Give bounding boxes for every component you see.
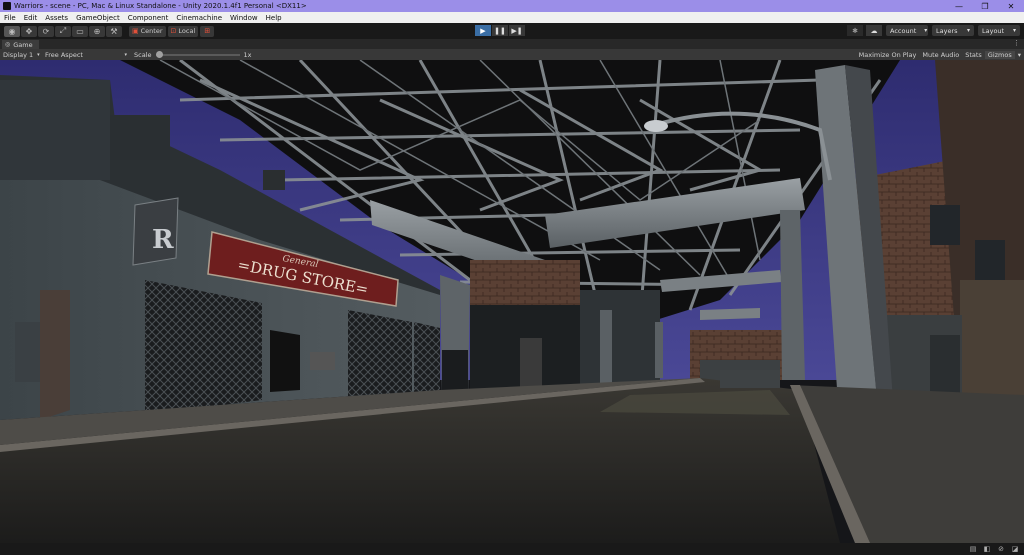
local-space-icon: ⊡ <box>170 27 177 35</box>
chevron-down-icon: ▾ <box>37 51 40 58</box>
menu-component[interactable]: Component <box>124 14 173 22</box>
chevron-down-icon: ▾ <box>924 27 928 34</box>
tab-strip: ◎ Game ⋮ <box>0 39 1024 49</box>
layers-dropdown[interactable]: Layers ▾ <box>932 25 974 36</box>
stats-toggle[interactable]: Stats <box>962 51 985 59</box>
move-tool-icon[interactable]: ✥ <box>21 25 37 37</box>
pivot-rotation-label: Local <box>178 27 196 35</box>
game-viewport[interactable]: General =DRUG STORE= R <box>0 60 1024 543</box>
game-view-toolbar: Display 1 ▾ Free Aspect ▾ Scale 1x Maxim… <box>0 49 1024 60</box>
tab-options-icon[interactable]: ⋮ <box>1013 39 1020 47</box>
chevron-down-icon: ▾ <box>966 27 970 34</box>
scale-tool-icon[interactable]: ⤢ <box>55 25 71 37</box>
account-label: Account <box>890 26 917 35</box>
cloud-services-icon[interactable]: ☁ <box>866 25 882 36</box>
step-button[interactable]: ▶❚ <box>509 25 525 36</box>
chevron-down-icon: ▾ <box>124 51 127 58</box>
auto-generate-lighting-icon[interactable]: ◧ <box>982 545 992 554</box>
transform-tool-icon[interactable]: ⊕ <box>89 25 105 37</box>
game-view-icon: ◎ <box>5 41 11 48</box>
status-bar: ▤ ◧ ⊘ ◪ <box>0 543 1024 555</box>
menu-gameobject[interactable]: GameObject <box>72 14 124 22</box>
mute-audio-toggle[interactable]: Mute Audio <box>919 51 962 59</box>
pause-button[interactable]: ❚❚ <box>492 25 508 36</box>
menu-window[interactable]: Window <box>226 14 262 22</box>
layers-label: Layers <box>936 26 958 35</box>
layout-dropdown[interactable]: Layout ▾ <box>978 25 1020 36</box>
close-button[interactable]: ✕ <box>998 0 1024 12</box>
pivot-center-icon: ▣ <box>132 27 139 35</box>
view-tool-icon[interactable]: ◉ <box>4 25 20 37</box>
scale-slider[interactable] <box>155 50 240 58</box>
display-label: Display 1 <box>3 50 34 59</box>
menu-help[interactable]: Help <box>262 14 286 22</box>
aspect-label: Free Aspect <box>45 50 83 59</box>
unity-logo-icon <box>3 2 11 10</box>
menu-assets[interactable]: Assets <box>41 14 72 22</box>
tab-game[interactable]: ◎ Game <box>2 40 39 49</box>
transform-tools: ◉ ✥ ⟳ ⤢ ▭ ⊕ ⚒ <box>4 25 123 37</box>
window-title: Warriors - scene - PC, Mac & Linux Stand… <box>14 2 307 10</box>
grid-snap-icon[interactable]: ⊞ <box>200 25 215 37</box>
menu-bar: File Edit Assets GameObject Component Ci… <box>0 12 1024 23</box>
menu-file[interactable]: File <box>0 14 20 22</box>
playback-controls: ▶ ❚❚ ▶❚ <box>475 25 526 36</box>
console-icon[interactable]: ▤ <box>968 545 978 554</box>
feedback-icon[interactable]: ◪ <box>1010 545 1020 554</box>
minimize-button[interactable]: — <box>946 0 972 12</box>
title-bar: Warriors - scene - PC, Mac & Linux Stand… <box>0 0 1024 12</box>
menu-cinemachine[interactable]: Cinemachine <box>172 14 226 22</box>
pivot-rotation-button[interactable]: ⊡ Local <box>167 25 199 37</box>
window-controls: — ❐ ✕ <box>946 0 1024 12</box>
pivot-mode-label: Center <box>140 27 163 35</box>
security-grate <box>145 280 262 415</box>
account-dropdown[interactable]: Account ▾ <box>886 25 928 36</box>
hanging-sign-letter: R <box>152 225 174 255</box>
play-button[interactable]: ▶ <box>475 25 491 36</box>
custom-tool-icon[interactable]: ⚒ <box>106 25 122 37</box>
scale-slider-thumb[interactable] <box>155 50 163 58</box>
chevron-down-icon: ▾ <box>1012 27 1016 34</box>
aspect-dropdown[interactable]: Free Aspect ▾ <box>42 51 130 59</box>
unity-editor-window: Warriors - scene - PC, Mac & Linux Stand… <box>0 0 1024 555</box>
gizmos-toggle[interactable]: Gizmos <box>984 50 1015 59</box>
display-dropdown[interactable]: Display 1 ▾ <box>0 51 42 59</box>
restore-button[interactable]: ❐ <box>972 0 998 12</box>
game-render: General =DRUG STORE= R <box>0 60 1024 543</box>
pivot-mode-button[interactable]: ▣ Center <box>129 25 166 37</box>
maximize-on-play-toggle[interactable]: Maximize On Play <box>856 51 920 59</box>
street-lamp <box>644 120 668 132</box>
menu-edit[interactable]: Edit <box>20 14 42 22</box>
game-view-options: Maximize On Play Mute Audio Stats Gizmos… <box>856 49 1024 60</box>
collab-status-icon[interactable]: ⊘ <box>996 545 1006 554</box>
toolbar-right: ✱ ☁ Account ▾ Layers ▾ Layout ▾ <box>844 25 1020 36</box>
rotate-tool-icon[interactable]: ⟳ <box>38 25 54 37</box>
collab-icon[interactable]: ✱ <box>847 25 863 36</box>
tab-game-label: Game <box>13 40 33 49</box>
scale-value: 1x <box>243 50 252 59</box>
rect-tool-icon[interactable]: ▭ <box>72 25 88 37</box>
layout-label: Layout <box>982 26 1005 35</box>
main-toolbar: ◉ ✥ ⟳ ⤢ ▭ ⊕ ⚒ ▣ Center ⊡ Local ⊞ ▶ ❚❚ ▶❚… <box>0 23 1024 39</box>
gizmos-chevron-down-icon[interactable]: ▾ <box>1015 51 1024 59</box>
scale-label: Scale <box>134 50 152 59</box>
scale-control: Scale 1x <box>134 50 252 59</box>
